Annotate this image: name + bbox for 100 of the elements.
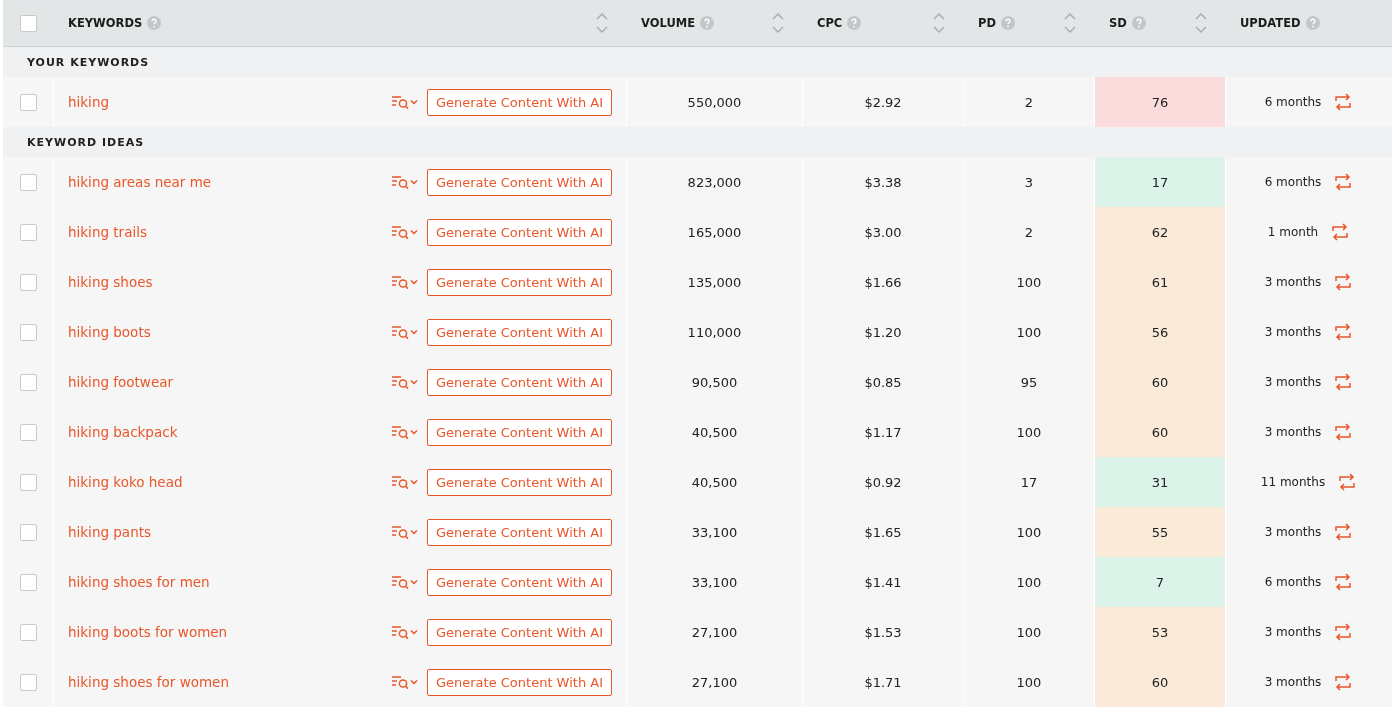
- keyword-link[interactable]: hiking backpack: [68, 424, 178, 440]
- difficulty-cell: 60: [1095, 357, 1225, 407]
- table-cell: 40,500: [691, 424, 738, 440]
- refresh-icon[interactable]: [1333, 573, 1354, 591]
- generate-content-button[interactable]: Generate Content With AI: [426, 418, 612, 446]
- sort-icon[interactable]: [596, 12, 608, 34]
- generate-content-button[interactable]: Generate Content With AI: [426, 88, 612, 116]
- checkbox[interactable]: [19, 623, 37, 641]
- search-list-icon[interactable]: [390, 424, 419, 440]
- keyword-link[interactable]: hiking shoes for men: [68, 574, 210, 590]
- refresh-icon[interactable]: [1333, 373, 1354, 391]
- sort-icon[interactable]: [1195, 12, 1207, 34]
- table-cell: 100: [1016, 574, 1042, 590]
- keyword-link[interactable]: hiking shoes: [68, 274, 153, 290]
- updated-time: 3 months: [1264, 425, 1322, 439]
- checkbox[interactable]: [19, 373, 37, 391]
- keyword-link[interactable]: hiking shoes for women: [68, 674, 229, 690]
- checkbox[interactable]: [19, 93, 37, 111]
- generate-content-button[interactable]: Generate Content With AI: [426, 318, 612, 346]
- table-cell: $1.66: [864, 274, 902, 290]
- search-list-icon[interactable]: [390, 94, 419, 110]
- difficulty-cell: 53: [1095, 607, 1225, 657]
- refresh-icon[interactable]: [1337, 473, 1358, 491]
- generate-content-button[interactable]: Generate Content With AI: [426, 668, 612, 696]
- table-cell: 100: [1016, 324, 1042, 340]
- table-cell: 2: [1024, 224, 1034, 240]
- keyword-link[interactable]: hiking koko head: [68, 474, 183, 490]
- difficulty-cell: 60: [1095, 657, 1225, 707]
- difficulty-cell: 61: [1095, 257, 1225, 307]
- sort-icon[interactable]: [1064, 12, 1076, 34]
- keyword-link[interactable]: hiking boots: [68, 324, 151, 340]
- search-list-icon[interactable]: [390, 574, 419, 590]
- refresh-icon[interactable]: [1333, 273, 1354, 291]
- help-icon: [700, 16, 715, 30]
- refresh-icon[interactable]: [1333, 623, 1354, 641]
- help-icon: [147, 16, 162, 30]
- keyword-link[interactable]: hiking areas near me: [68, 174, 212, 190]
- search-list-icon[interactable]: [390, 324, 419, 340]
- search-list-icon[interactable]: [390, 174, 419, 190]
- refresh-icon[interactable]: [1333, 673, 1354, 691]
- difficulty-cell: 56: [1095, 307, 1225, 357]
- refresh-icon[interactable]: [1330, 223, 1351, 241]
- column-header[interactable]: SD: [1109, 16, 1127, 30]
- checkbox[interactable]: [19, 14, 37, 32]
- section-title: YOUR KEYWORDS: [27, 55, 150, 69]
- checkbox[interactable]: [19, 323, 37, 341]
- generate-content-button[interactable]: Generate Content With AI: [426, 268, 612, 296]
- table-cell: 135,000: [687, 274, 742, 290]
- checkbox[interactable]: [19, 223, 37, 241]
- search-list-icon[interactable]: [390, 474, 419, 490]
- difficulty-cell: 55: [1095, 507, 1225, 557]
- updated-time: 3 months: [1264, 275, 1322, 289]
- table-cell: 17: [1020, 474, 1038, 490]
- generate-content-button[interactable]: Generate Content With AI: [426, 218, 612, 246]
- checkbox[interactable]: [19, 173, 37, 191]
- updated-time: 3 months: [1264, 675, 1322, 689]
- column-header[interactable]: CPC: [817, 16, 843, 30]
- search-list-icon[interactable]: [390, 224, 419, 240]
- table-cell: 100: [1016, 624, 1042, 640]
- sort-icon[interactable]: [772, 12, 784, 34]
- checkbox[interactable]: [19, 273, 37, 291]
- refresh-icon[interactable]: [1333, 93, 1354, 111]
- refresh-icon[interactable]: [1333, 523, 1354, 541]
- checkbox[interactable]: [19, 523, 37, 541]
- help-icon: [1131, 16, 1146, 30]
- search-list-icon[interactable]: [390, 624, 419, 640]
- updated-time: 3 months: [1264, 625, 1322, 639]
- generate-content-button[interactable]: Generate Content With AI: [426, 618, 612, 646]
- keyword-link[interactable]: hiking: [68, 94, 109, 110]
- search-list-icon[interactable]: [390, 674, 419, 690]
- help-icon: [1305, 16, 1320, 30]
- checkbox[interactable]: [19, 673, 37, 691]
- generate-content-button[interactable]: Generate Content With AI: [426, 168, 612, 196]
- table-cell: 33,100: [691, 574, 738, 590]
- keyword-link[interactable]: hiking pants: [68, 524, 152, 540]
- sort-icon[interactable]: [933, 12, 945, 34]
- column-header[interactable]: PD: [978, 16, 996, 30]
- help-icon: [1001, 16, 1015, 30]
- refresh-icon[interactable]: [1333, 423, 1354, 441]
- column-header[interactable]: VOLUME: [641, 16, 696, 30]
- generate-content-button[interactable]: Generate Content With AI: [426, 568, 612, 596]
- search-list-icon[interactable]: [390, 274, 419, 290]
- generate-content-button[interactable]: Generate Content With AI: [426, 368, 612, 396]
- keyword-link[interactable]: hiking footwear: [68, 374, 174, 390]
- column-header[interactable]: UPDATED: [1240, 16, 1301, 30]
- keyword-link[interactable]: hiking boots for women: [68, 624, 228, 640]
- checkbox[interactable]: [19, 423, 37, 441]
- column-header[interactable]: KEYWORDS: [68, 16, 143, 30]
- table-cell: 100: [1016, 674, 1042, 690]
- generate-content-button[interactable]: Generate Content With AI: [426, 518, 612, 546]
- search-list-icon[interactable]: [390, 524, 419, 540]
- generate-content-button[interactable]: Generate Content With AI: [426, 468, 612, 496]
- checkbox[interactable]: [19, 473, 37, 491]
- keyword-link[interactable]: hiking trails: [68, 224, 147, 240]
- search-list-icon[interactable]: [390, 374, 419, 390]
- refresh-icon[interactable]: [1333, 323, 1354, 341]
- refresh-icon[interactable]: [1333, 173, 1354, 191]
- updated-time: 3 months: [1264, 525, 1322, 539]
- checkbox[interactable]: [19, 573, 37, 591]
- table-cell: 100: [1016, 524, 1042, 540]
